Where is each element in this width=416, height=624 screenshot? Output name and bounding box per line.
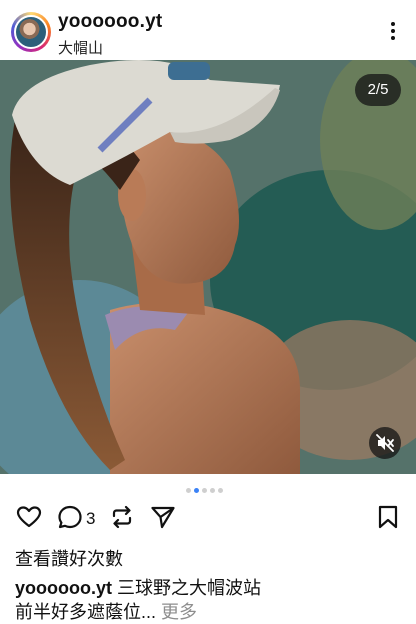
carousel-indicator bbox=[186, 488, 226, 494]
heart-icon[interactable] bbox=[15, 503, 43, 531]
comment-icon[interactable] bbox=[56, 503, 84, 531]
carousel-dot bbox=[202, 488, 207, 493]
post-action-bar: 3 bbox=[0, 503, 416, 535]
comment-count: 3 bbox=[86, 509, 96, 528]
carousel-dot bbox=[210, 488, 215, 493]
view-likes-link[interactable]: 查看讚好次數 bbox=[15, 545, 123, 571]
post-photo[interactable]: 2/5 bbox=[0, 60, 416, 474]
caption-more-link[interactable]: 更多 bbox=[161, 602, 197, 622]
post-username[interactable]: yoooooo.yt bbox=[58, 11, 162, 33]
avatar[interactable] bbox=[11, 12, 51, 52]
post-caption: yoooooo.yt 三球野之大帽波站 前半好多遮蔭位... 更多 bbox=[15, 576, 405, 624]
caption-username[interactable]: yoooooo.yt bbox=[15, 578, 112, 598]
avatar-image bbox=[14, 15, 48, 49]
carousel-dot bbox=[218, 488, 223, 493]
caption-text-line2: 前半好多遮蔭位... bbox=[15, 602, 157, 622]
bookmark-icon[interactable] bbox=[374, 503, 402, 531]
muted-speaker-icon[interactable] bbox=[369, 427, 401, 459]
image-counter-badge: 2/5 bbox=[355, 74, 401, 106]
more-vertical-icon[interactable] bbox=[386, 22, 400, 44]
carousel-dot bbox=[186, 488, 191, 493]
photo-illustration bbox=[0, 60, 416, 474]
caption-text-line1: 三球野之大帽波站 bbox=[117, 578, 262, 598]
post-location[interactable]: 大帽山 bbox=[58, 37, 103, 58]
send-icon[interactable] bbox=[149, 503, 177, 531]
repost-icon[interactable] bbox=[108, 503, 136, 531]
carousel-dot-active bbox=[194, 488, 199, 493]
post-header: yoooooo.yt 大帽山 bbox=[0, 0, 416, 62]
